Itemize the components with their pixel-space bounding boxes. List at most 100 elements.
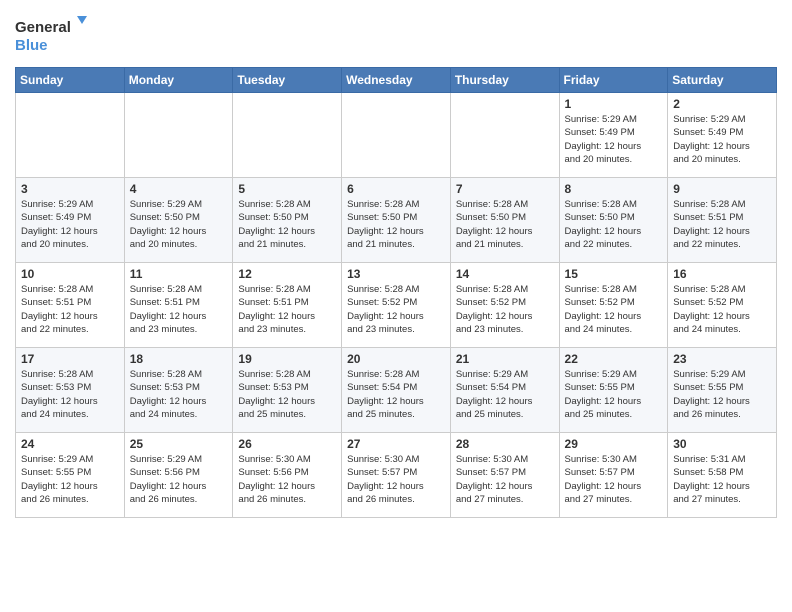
calendar-cell: 24 Sunrise: 5:29 AM Sunset: 5:55 PM Dayli… bbox=[16, 433, 125, 518]
day-number: 30 bbox=[673, 437, 771, 451]
header: General Blue bbox=[15, 10, 777, 59]
weekday-header: Monday bbox=[124, 68, 233, 93]
day-number: 7 bbox=[456, 182, 554, 196]
day-info: Sunrise: 5:28 AM Sunset: 5:52 PM Dayligh… bbox=[565, 283, 663, 336]
calendar-cell: 4 Sunrise: 5:29 AM Sunset: 5:50 PM Daylig… bbox=[124, 178, 233, 263]
day-info: Sunrise: 5:28 AM Sunset: 5:51 PM Dayligh… bbox=[130, 283, 228, 336]
calendar-cell: 15 Sunrise: 5:28 AM Sunset: 5:52 PM Dayli… bbox=[559, 263, 668, 348]
day-number: 25 bbox=[130, 437, 228, 451]
day-info: Sunrise: 5:29 AM Sunset: 5:55 PM Dayligh… bbox=[565, 368, 663, 421]
day-number: 29 bbox=[565, 437, 663, 451]
calendar-cell: 9 Sunrise: 5:28 AM Sunset: 5:51 PM Daylig… bbox=[668, 178, 777, 263]
day-info: Sunrise: 5:30 AM Sunset: 5:57 PM Dayligh… bbox=[347, 453, 445, 506]
day-number: 24 bbox=[21, 437, 119, 451]
day-number: 27 bbox=[347, 437, 445, 451]
calendar-cell: 18 Sunrise: 5:28 AM Sunset: 5:53 PM Dayli… bbox=[124, 348, 233, 433]
day-number: 6 bbox=[347, 182, 445, 196]
calendar-cell: 3Sunrise: 5:29 AM Sunset: 5:49 PM Daylig… bbox=[16, 178, 125, 263]
day-info: Sunrise: 5:28 AM Sunset: 5:54 PM Dayligh… bbox=[347, 368, 445, 421]
logo-svg: General Blue bbox=[15, 14, 95, 59]
calendar-cell: 16Sunrise: 5:28 AM Sunset: 5:52 PM Dayli… bbox=[668, 263, 777, 348]
day-info: Sunrise: 5:28 AM Sunset: 5:52 PM Dayligh… bbox=[456, 283, 554, 336]
day-number: 26 bbox=[238, 437, 336, 451]
day-info: Sunrise: 5:29 AM Sunset: 5:49 PM Dayligh… bbox=[21, 198, 119, 251]
day-info: Sunrise: 5:28 AM Sunset: 5:50 PM Dayligh… bbox=[238, 198, 336, 251]
day-info: Sunrise: 5:29 AM Sunset: 5:55 PM Dayligh… bbox=[673, 368, 771, 421]
calendar-cell: 6 Sunrise: 5:28 AM Sunset: 5:50 PM Daylig… bbox=[342, 178, 451, 263]
day-info: Sunrise: 5:29 AM Sunset: 5:55 PM Dayligh… bbox=[21, 453, 119, 506]
calendar-week-row: 17Sunrise: 5:28 AM Sunset: 5:53 PM Dayli… bbox=[16, 348, 777, 433]
day-info: Sunrise: 5:28 AM Sunset: 5:52 PM Dayligh… bbox=[347, 283, 445, 336]
calendar-cell: 23 Sunrise: 5:29 AM Sunset: 5:55 PM Dayli… bbox=[668, 348, 777, 433]
calendar-cell: 20 Sunrise: 5:28 AM Sunset: 5:54 PM Dayli… bbox=[342, 348, 451, 433]
calendar-week-row: 10 Sunrise: 5:28 AM Sunset: 5:51 PM Dayli… bbox=[16, 263, 777, 348]
day-info: Sunrise: 5:28 AM Sunset: 5:51 PM Dayligh… bbox=[673, 198, 771, 251]
day-info: Sunrise: 5:28 AM Sunset: 5:50 PM Dayligh… bbox=[347, 198, 445, 251]
day-number: 20 bbox=[347, 352, 445, 366]
day-number: 2 bbox=[673, 97, 771, 111]
calendar-cell bbox=[233, 93, 342, 178]
day-number: 10 bbox=[21, 267, 119, 281]
day-info: Sunrise: 5:28 AM Sunset: 5:51 PM Dayligh… bbox=[238, 283, 336, 336]
day-info: Sunrise: 5:28 AM Sunset: 5:53 PM Dayligh… bbox=[21, 368, 119, 421]
calendar-header-row: SundayMondayTuesdayWednesdayThursdayFrid… bbox=[16, 68, 777, 93]
day-info: Sunrise: 5:28 AM Sunset: 5:53 PM Dayligh… bbox=[130, 368, 228, 421]
calendar-cell: 13Sunrise: 5:28 AM Sunset: 5:52 PM Dayli… bbox=[342, 263, 451, 348]
day-number: 1 bbox=[565, 97, 663, 111]
day-number: 4 bbox=[130, 182, 228, 196]
day-number: 14 bbox=[456, 267, 554, 281]
calendar-cell: 5 Sunrise: 5:28 AM Sunset: 5:50 PM Daylig… bbox=[233, 178, 342, 263]
day-info: Sunrise: 5:28 AM Sunset: 5:50 PM Dayligh… bbox=[456, 198, 554, 251]
calendar-cell: 21Sunrise: 5:29 AM Sunset: 5:54 PM Dayli… bbox=[450, 348, 559, 433]
day-info: Sunrise: 5:29 AM Sunset: 5:50 PM Dayligh… bbox=[130, 198, 228, 251]
calendar-cell: 2Sunrise: 5:29 AM Sunset: 5:49 PM Daylig… bbox=[668, 93, 777, 178]
calendar-week-row: 24 Sunrise: 5:29 AM Sunset: 5:55 PM Dayli… bbox=[16, 433, 777, 518]
calendar-cell: 17Sunrise: 5:28 AM Sunset: 5:53 PM Dayli… bbox=[16, 348, 125, 433]
day-number: 21 bbox=[456, 352, 554, 366]
calendar-cell: 8 Sunrise: 5:28 AM Sunset: 5:50 PM Daylig… bbox=[559, 178, 668, 263]
calendar-cell: 19Sunrise: 5:28 AM Sunset: 5:53 PM Dayli… bbox=[233, 348, 342, 433]
day-info: Sunrise: 5:31 AM Sunset: 5:58 PM Dayligh… bbox=[673, 453, 771, 506]
day-info: Sunrise: 5:29 AM Sunset: 5:56 PM Dayligh… bbox=[130, 453, 228, 506]
day-info: Sunrise: 5:29 AM Sunset: 5:49 PM Dayligh… bbox=[565, 113, 663, 166]
weekday-header: Sunday bbox=[16, 68, 125, 93]
calendar-cell: 26 Sunrise: 5:30 AM Sunset: 5:56 PM Dayli… bbox=[233, 433, 342, 518]
day-info: Sunrise: 5:28 AM Sunset: 5:50 PM Dayligh… bbox=[565, 198, 663, 251]
day-number: 16 bbox=[673, 267, 771, 281]
day-number: 5 bbox=[238, 182, 336, 196]
calendar-cell bbox=[450, 93, 559, 178]
calendar-cell: 25 Sunrise: 5:29 AM Sunset: 5:56 PM Dayli… bbox=[124, 433, 233, 518]
calendar-table: SundayMondayTuesdayWednesdayThursdayFrid… bbox=[15, 67, 777, 518]
svg-text:Blue: Blue bbox=[15, 37, 48, 54]
page: General Blue SundayMondayTuesdayWednesda… bbox=[0, 0, 792, 612]
calendar-week-row: 1 Sunrise: 5:29 AM Sunset: 5:49 PM Daylig… bbox=[16, 93, 777, 178]
calendar-cell: 27 Sunrise: 5:30 AM Sunset: 5:57 PM Dayli… bbox=[342, 433, 451, 518]
calendar-cell: 10 Sunrise: 5:28 AM Sunset: 5:51 PM Dayli… bbox=[16, 263, 125, 348]
day-info: Sunrise: 5:30 AM Sunset: 5:57 PM Dayligh… bbox=[456, 453, 554, 506]
day-info: Sunrise: 5:28 AM Sunset: 5:51 PM Dayligh… bbox=[21, 283, 119, 336]
day-info: Sunrise: 5:30 AM Sunset: 5:57 PM Dayligh… bbox=[565, 453, 663, 506]
weekday-header: Saturday bbox=[668, 68, 777, 93]
svg-text:General: General bbox=[15, 19, 71, 36]
calendar-cell bbox=[342, 93, 451, 178]
day-info: Sunrise: 5:28 AM Sunset: 5:53 PM Dayligh… bbox=[238, 368, 336, 421]
day-info: Sunrise: 5:30 AM Sunset: 5:56 PM Dayligh… bbox=[238, 453, 336, 506]
calendar-cell: 30 Sunrise: 5:31 AM Sunset: 5:58 PM Dayli… bbox=[668, 433, 777, 518]
weekday-header: Tuesday bbox=[233, 68, 342, 93]
day-number: 18 bbox=[130, 352, 228, 366]
calendar-cell: 28Sunrise: 5:30 AM Sunset: 5:57 PM Dayli… bbox=[450, 433, 559, 518]
calendar-cell: 12Sunrise: 5:28 AM Sunset: 5:51 PM Dayli… bbox=[233, 263, 342, 348]
day-number: 23 bbox=[673, 352, 771, 366]
calendar-cell: 11 Sunrise: 5:28 AM Sunset: 5:51 PM Dayli… bbox=[124, 263, 233, 348]
calendar-cell: 22Sunrise: 5:29 AM Sunset: 5:55 PM Dayli… bbox=[559, 348, 668, 433]
day-number: 8 bbox=[565, 182, 663, 196]
calendar-cell: 1 Sunrise: 5:29 AM Sunset: 5:49 PM Daylig… bbox=[559, 93, 668, 178]
calendar-week-row: 3Sunrise: 5:29 AM Sunset: 5:49 PM Daylig… bbox=[16, 178, 777, 263]
logo: General Blue bbox=[15, 14, 95, 59]
weekday-header: Thursday bbox=[450, 68, 559, 93]
day-number: 9 bbox=[673, 182, 771, 196]
day-number: 15 bbox=[565, 267, 663, 281]
day-number: 11 bbox=[130, 267, 228, 281]
weekday-header: Wednesday bbox=[342, 68, 451, 93]
calendar-cell bbox=[16, 93, 125, 178]
